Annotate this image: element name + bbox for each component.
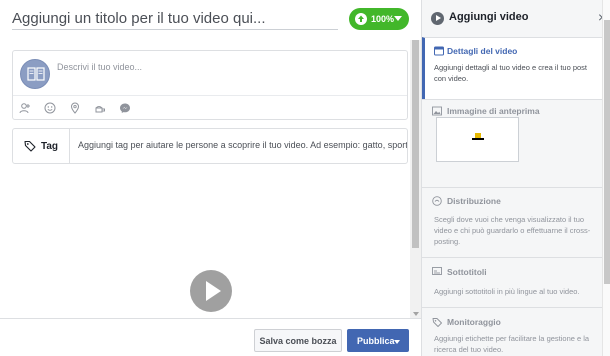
composer-panel: 100% Descrivi il tuo video... [0, 0, 421, 356]
image-icon [432, 106, 442, 116]
monitoring-icon [432, 318, 442, 327]
upload-progress-button[interactable]: 100% [349, 8, 409, 30]
activity-icon[interactable] [94, 101, 106, 113]
publish-button[interactable]: Pubblica [347, 329, 409, 352]
scrollbar-thumb[interactable] [412, 40, 419, 248]
publish-button-label: Pubblica [357, 335, 395, 346]
sidebar-item-description: Scegli dove vuoi che venga visualizzato … [434, 215, 591, 246]
sidebar-item-label: Sottotitoli [447, 267, 487, 277]
location-icon[interactable] [69, 101, 81, 114]
sidebar-item-description: Aggiungi sottotitoli in più lingue al tu… [434, 287, 580, 296]
description-box[interactable]: Descrivi il tuo video... [12, 50, 408, 120]
upload-progress-value: 100% [371, 14, 395, 24]
play-icon[interactable] [190, 270, 232, 312]
sidebar-item-distribution[interactable]: Distribuzione Scegli dove vuoi che venga… [422, 187, 603, 257]
sidebar-item-subtitles[interactable]: Sottotitoli Aggiungi sottotitoli in più … [422, 257, 603, 307]
sidebar-item-label: Immagine di anteprima [447, 106, 540, 116]
composer-tools [19, 101, 131, 114]
sidebar-title: Aggiungi video [449, 11, 529, 23]
sidebar-header: Aggiungi video × [422, 0, 610, 36]
video-title-input[interactable] [12, 8, 338, 30]
scroll-down-icon[interactable] [413, 312, 419, 316]
emoji-icon[interactable] [44, 101, 56, 114]
sidebar-item-description: Aggiungi dettagli al tuo video e crea il… [434, 63, 588, 83]
messenger-icon[interactable] [119, 101, 131, 113]
scrollbar-thumb[interactable] [604, 20, 610, 284]
chevron-down-icon [394, 16, 402, 21]
sidebar-item-label: Dettagli del video [447, 46, 518, 56]
sidebar-item-description: Aggiungi etichette per facilitare la ges… [434, 334, 590, 354]
tag-input[interactable]: Aggiungi tag per aiutare le persone a sc… [78, 140, 407, 150]
price-tag-icon [24, 140, 36, 152]
composer-scroll-area: Descrivi il tuo video... Tag Aggiungi ta… [0, 40, 421, 318]
sidebar-item-monitoring[interactable]: Monitoraggio Aggiungi etichette per faci… [422, 307, 603, 356]
book-icon [27, 67, 45, 81]
thumbnail-logo-icon [472, 133, 484, 140]
thumbnail-preview[interactable] [436, 117, 519, 162]
composer-footer: Salva come bozza Pubblica [0, 318, 421, 356]
sidebar-scrollbar[interactable] [602, 0, 610, 356]
composer-scrollbar[interactable] [410, 40, 421, 318]
tag-label: Tag [13, 129, 70, 163]
avatar [20, 59, 50, 89]
video-icon [431, 12, 444, 25]
tag-person-icon[interactable] [19, 101, 31, 114]
sidebar-item-label: Distribuzione [447, 196, 501, 206]
video-details-icon [434, 46, 444, 56]
sidebar: Aggiungi video × Dettagli del video Aggi… [421, 0, 610, 356]
upload-icon [355, 13, 367, 25]
title-row: 100% [0, 0, 421, 40]
sidebar-item-thumbnail[interactable]: Immagine di anteprima [422, 99, 603, 187]
subtitles-icon [432, 267, 442, 275]
divider [13, 95, 407, 96]
tag-field[interactable]: Tag Aggiungi tag per aiutare le persone … [12, 128, 408, 164]
sidebar-item-label: Monitoraggio [447, 317, 501, 327]
distribution-icon [432, 196, 442, 206]
tag-label-text: Tag [41, 140, 59, 152]
video-editor: 100% Descrivi il tuo video... [0, 0, 610, 356]
chevron-down-icon [394, 340, 400, 344]
sidebar-item-video-details[interactable]: Dettagli del video Aggiungi dettagli al … [422, 37, 603, 99]
video-preview [12, 178, 408, 318]
description-placeholder[interactable]: Descrivi il tuo video... [57, 62, 142, 72]
save-draft-button[interactable]: Salva come bozza [254, 329, 342, 352]
